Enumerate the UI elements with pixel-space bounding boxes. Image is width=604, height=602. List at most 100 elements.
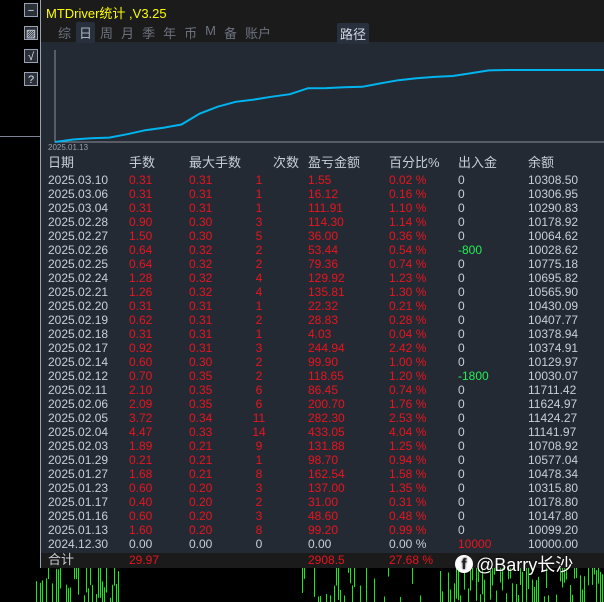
cell: 11141.97 [528, 425, 577, 439]
tab-2[interactable]: 周 [97, 22, 116, 43]
cell: 3 [255, 509, 263, 523]
cell: 0.99 % [389, 523, 427, 537]
tab-6[interactable]: 币 [181, 22, 200, 43]
check-icon[interactable]: √ [24, 49, 38, 63]
table-row: 2025.02.18 0.31 0.31 1 4.03 0.04 % 0 10378.94 [41, 327, 604, 341]
cell: 137.00 [308, 481, 345, 495]
cell: 0 [458, 313, 465, 327]
cell: 2025.01.17 [48, 495, 109, 509]
tab-8[interactable]: 备 [221, 22, 240, 43]
cell: 10147.80 [528, 509, 579, 523]
tab-4[interactable]: 季 [139, 22, 158, 43]
cell: 3.72 [129, 411, 153, 425]
cell: 1 [255, 327, 263, 341]
table-row: 2025.02.03 1.89 0.21 9 131.88 1.25 % 0 10708.92 [41, 439, 604, 453]
price-bar [496, 590, 497, 602]
price-bar [102, 581, 103, 602]
price-bar [556, 594, 557, 602]
equity-chart [54, 50, 604, 143]
cell: 0.54 % [389, 243, 427, 257]
cell: 36.00 [308, 229, 339, 243]
cell: 10099.20 [528, 523, 579, 537]
image-icon[interactable]: ▨ [24, 26, 38, 40]
table-row: 2024.12.30 0.00 0.00 0 0.00 0.00 % 10000 10000.… [41, 537, 604, 551]
cell: 4 [255, 285, 263, 299]
path-button[interactable]: 路径 [337, 23, 370, 44]
watermark: f @Barry长沙 [455, 551, 573, 577]
price-bar [584, 576, 585, 602]
price-bar [110, 597, 111, 602]
cell: 0 [458, 509, 465, 523]
cell: 2025.01.23 [48, 481, 109, 495]
cell: 0 [458, 397, 465, 411]
minus-icon[interactable]: − [24, 3, 38, 17]
cell: 48.60 [308, 509, 339, 523]
cell: 0.62 [129, 313, 153, 327]
tab-9[interactable]: 账户 [242, 22, 274, 43]
tab-3[interactable]: 月 [118, 22, 137, 43]
price-bar [516, 584, 517, 602]
price-bar [112, 584, 113, 602]
table-row: 2025.02.17 0.92 0.31 3 244.94 2.42 % 0 10374.91 [41, 341, 604, 355]
cell: 4.04 % [389, 425, 427, 439]
cell: 0.00 [308, 537, 332, 551]
cell: 0.04 % [389, 327, 427, 341]
cell: 0.31 [189, 327, 213, 341]
cell: 2025.02.27 [48, 229, 109, 243]
cell: 0.21 % [389, 299, 427, 313]
cell: 0 [458, 341, 465, 355]
tab-7[interactable]: M [202, 22, 219, 43]
cell: 0.64 [129, 257, 153, 271]
cell: 0 [458, 425, 465, 439]
price-bar [536, 580, 537, 602]
price-bar [468, 588, 469, 602]
price-bar [596, 570, 597, 602]
price-bar [454, 583, 455, 602]
cell: 2025.02.14 [48, 355, 109, 369]
cell: 2025.01.27 [48, 467, 109, 481]
price-bar [352, 585, 353, 602]
price-bar [532, 579, 533, 602]
cell: 10378.94 [528, 327, 579, 341]
cell: 10308.50 [528, 173, 579, 187]
cell: 10000 [458, 537, 492, 551]
table-row: 2025.02.12 0.70 0.35 2 118.65 1.20 % -1800 1003… [41, 369, 604, 383]
help-icon[interactable]: ? [24, 72, 38, 86]
price-bar [580, 575, 581, 602]
cell: 10708.92 [528, 439, 579, 453]
cell: 1 [255, 299, 263, 313]
price-bar [114, 568, 115, 586]
cell: 1.26 [129, 285, 153, 299]
cell: 2025.02.28 [48, 215, 109, 229]
cell: 0 [458, 411, 465, 425]
app-title: MTDriver统计 ,V3.25 [46, 6, 167, 21]
price-bar [90, 568, 91, 586]
cell: 2.53 % [389, 411, 427, 425]
cell: 0.31 % [389, 495, 427, 509]
table-row: 2025.02.21 1.26 0.32 4 135.81 1.30 % 0 10565.90 [41, 285, 604, 299]
cell: 0.35 [189, 383, 213, 397]
cell: 131.88 [308, 439, 345, 453]
tab-0[interactable]: 综 [55, 22, 74, 43]
cell: 0.35 [189, 397, 213, 411]
price-bar [46, 578, 47, 602]
cell: 28.83 [308, 313, 339, 327]
cell: 282.30 [308, 411, 345, 425]
tab-1[interactable]: 日 [76, 22, 96, 43]
cell: 0 [458, 467, 465, 481]
cell: 5 [255, 229, 263, 243]
price-bar [318, 596, 319, 602]
price-bar [442, 591, 443, 602]
table-row: 2025.02.04 4.47 0.33 14 433.05 4.04 % 0 11141.9… [41, 425, 604, 439]
cell: 9 [255, 439, 263, 453]
table-row: 2025.01.16 0.60 0.20 3 48.60 0.48 % 0 10147.80 [41, 509, 604, 523]
cell: 0.90 [129, 215, 153, 229]
cell: 0.74 % [389, 257, 427, 271]
cell: 2025.02.21 [48, 285, 109, 299]
cell: 1.14 % [389, 215, 427, 229]
cell: 1.20 % [389, 369, 427, 383]
price-bar [326, 593, 327, 602]
tab-5[interactable]: 年 [160, 22, 179, 43]
table-row: 2025.02.25 0.64 0.32 2 79.36 0.74 % 0 10775.18 [41, 257, 604, 271]
table-row: 2025.02.14 0.60 0.30 2 99.90 1.00 % 0 10129.97 [41, 355, 604, 369]
